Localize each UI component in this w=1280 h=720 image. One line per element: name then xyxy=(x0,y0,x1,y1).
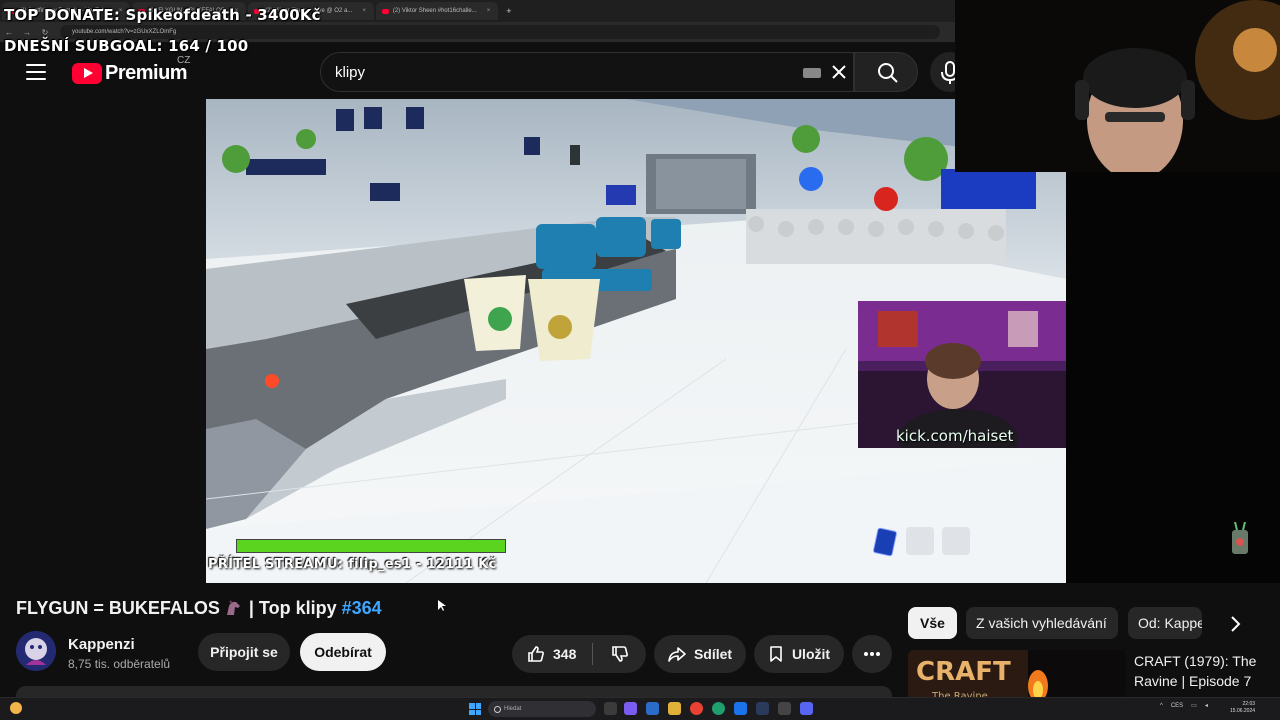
kick-webcam-overlay: kick.com/haiset xyxy=(858,301,1066,448)
edge-icon[interactable] xyxy=(712,702,725,715)
app-icon[interactable] xyxy=(624,702,637,715)
search-icon xyxy=(878,63,898,83)
start-menu-icon[interactable] xyxy=(469,703,481,715)
weather-icon[interactable] xyxy=(10,702,22,714)
dislike-button[interactable] xyxy=(593,635,629,673)
share-label: Sdílet xyxy=(693,646,733,662)
bookmark-icon xyxy=(770,646,782,662)
channel-name[interactable]: Kappenzi xyxy=(68,636,135,653)
channel-avatar[interactable] xyxy=(16,631,56,671)
back-icon[interactable]: ← xyxy=(0,28,18,37)
search-button[interactable] xyxy=(854,52,918,92)
thumbs-down-icon xyxy=(612,646,629,662)
task-view-icon[interactable] xyxy=(604,702,617,715)
region-code: CZ xyxy=(177,55,191,66)
video-title-main: FLYGUN = BUKEFALOS xyxy=(16,598,220,618)
hotbar-slot-card xyxy=(870,527,898,557)
video-title-tail: | Top klipy xyxy=(243,598,342,618)
game-hotbar xyxy=(870,527,970,557)
clock-date: 15.06.2024 xyxy=(1230,708,1256,714)
hotbar-slot xyxy=(942,527,970,555)
search-input[interactable] xyxy=(335,53,775,91)
like-count: 348 xyxy=(553,646,577,662)
new-tab-button[interactable]: + xyxy=(506,6,511,16)
close-icon[interactable]: × xyxy=(362,8,366,14)
hotbar-slot xyxy=(906,527,934,555)
keyboard-icon[interactable] xyxy=(803,68,821,78)
subscriber-count: 8,75 tis. odběratelů xyxy=(68,657,171,671)
mouse-cursor-icon xyxy=(438,600,446,611)
horse-emoji-icon xyxy=(226,600,240,615)
stream-friend-overlay: PŘÍTEL STREAMU: filip_es1 - 12111 Kč xyxy=(208,557,497,572)
file-explorer-icon[interactable] xyxy=(668,702,681,715)
donation-progress-bar xyxy=(236,539,506,553)
kick-url-label: kick.com/haiset xyxy=(896,427,1014,445)
volume-icon[interactable]: ◂ xyxy=(1205,702,1208,709)
thumbs-up-icon xyxy=(528,646,544,662)
clear-search-icon[interactable] xyxy=(829,61,849,83)
hamburger-menu-icon[interactable] xyxy=(26,64,46,80)
webcam-image xyxy=(955,0,1280,172)
search-box xyxy=(320,52,854,92)
chevron-up-icon[interactable]: ^ xyxy=(1160,703,1163,709)
save-label: Uložit xyxy=(791,646,831,662)
share-button[interactable]: Sdílet xyxy=(654,635,746,673)
subscribe-button[interactable]: Odebírat xyxy=(300,633,386,671)
alert-device-icon xyxy=(1232,521,1248,554)
forward-icon[interactable]: → xyxy=(18,28,36,37)
chip-from-searches[interactable]: Z vašich vyhledávání xyxy=(966,607,1118,639)
browser-tab[interactable]: (2) Viktor Sheen #hot16challe... × xyxy=(375,2,499,20)
chip-all[interactable]: Vše xyxy=(908,607,957,639)
thumbnail-title: CRAFT xyxy=(916,657,1011,687)
like-button[interactable]: 348 xyxy=(512,635,576,673)
like-dislike-group: 348 xyxy=(512,635,646,673)
save-button[interactable]: Uložit xyxy=(754,635,844,673)
avatar-image xyxy=(16,631,56,671)
join-button[interactable]: Připojit se xyxy=(198,633,290,671)
donation-progress-fill xyxy=(237,540,505,552)
streamer-webcam xyxy=(955,0,1280,172)
thumbnail-image: CRAFT The Ravine xyxy=(908,650,1126,700)
system-tray: ^ CES ▭ ◂ xyxy=(1160,702,1208,710)
youtube-premium-logo[interactable]: Premium xyxy=(72,62,188,85)
logo-text: Premium xyxy=(105,62,188,84)
taskbar-clock[interactable]: 22:03 15.06.2024 xyxy=(1230,701,1255,715)
close-icon[interactable]: × xyxy=(487,8,491,14)
taskbar-search-input[interactable]: Hledat xyxy=(488,701,596,717)
app-icon[interactable] xyxy=(778,702,791,715)
app-icon[interactable] xyxy=(734,702,747,715)
language-indicator[interactable]: CES xyxy=(1171,703,1183,709)
video-hashtag-link[interactable]: #364 xyxy=(342,598,382,618)
network-icon[interactable]: ▭ xyxy=(1191,702,1197,709)
suggested-video-thumbnail[interactable]: CRAFT The Ravine xyxy=(908,650,1126,700)
chrome-icon[interactable] xyxy=(690,702,703,715)
chip-from-channel[interactable]: Od: Kappenzi xyxy=(1128,607,1202,639)
app-icon[interactable] xyxy=(646,702,659,715)
webcam-image xyxy=(858,301,1066,448)
steam-icon[interactable] xyxy=(756,702,769,715)
windows-taskbar: Hledat ^ CES ▭ ◂ 22:03 15.06.2024 xyxy=(0,697,1280,720)
reload-icon[interactable]: ↻ xyxy=(36,28,54,37)
more-actions-button[interactable] xyxy=(852,635,892,673)
youtube-icon xyxy=(381,8,389,14)
discord-icon[interactable] xyxy=(800,702,813,715)
suggested-video-title[interactable]: CRAFT (1979): The Ravine | Episode 7 xyxy=(1134,651,1274,691)
video-title: FLYGUN = BUKEFALOS | Top klipy #364 xyxy=(16,598,382,619)
top-donate-overlay: TOP DONATE: Spikeofdeath - 3400Kč xyxy=(4,6,321,24)
share-icon xyxy=(668,647,686,662)
clock-time: 22:03 xyxy=(1242,701,1256,707)
browser-tab-label: (2) Viktor Sheen #hot16challe... xyxy=(392,8,477,14)
chevron-right-icon[interactable] xyxy=(1222,611,1248,637)
subgoal-overlay: DNEŠNÍ SUBGOAL: 164 / 100 xyxy=(4,37,249,55)
more-dots-icon xyxy=(864,652,880,656)
youtube-play-logo-icon xyxy=(72,63,102,84)
